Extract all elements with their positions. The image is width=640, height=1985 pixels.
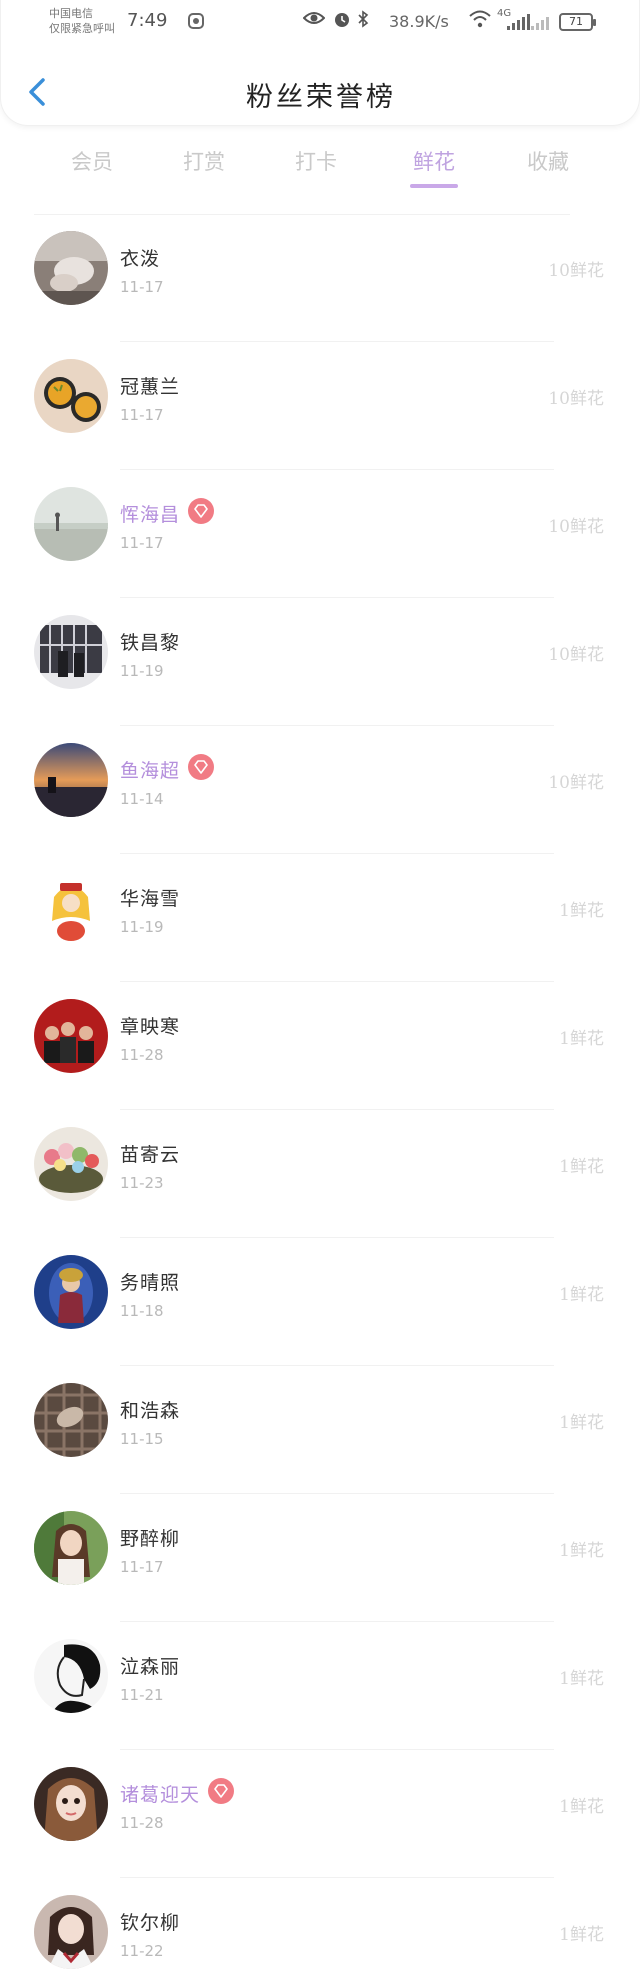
page-title: 粉丝荣誉榜 [246,82,396,113]
fan-name: 泣森丽 [120,1656,181,1678]
flower-count: 1鲜花 [559,1285,604,1305]
fan-date: 11-17 [120,278,164,296]
fan-row[interactable]: 和浩森 11-15 1鲜花 [0,1366,640,1494]
tab-active-indicator [410,184,458,188]
diamond-icon [188,498,214,524]
fan-name: 野醉柳 [120,1528,181,1550]
carrier-line1: 中国电信 [49,7,93,20]
fan-date: 11-18 [120,1302,164,1320]
fan-date: 11-28 [120,1814,164,1832]
status-time: 7:49 [127,10,168,31]
avatar-plaid-icon [34,1383,108,1457]
fan-date: 11-22 [120,1942,164,1960]
tab-reward[interactable]: 打赏 [164,146,244,176]
avatar-group-icon [34,999,108,1073]
fan-date: 11-17 [120,406,164,424]
flower-count: 10鲜花 [548,261,604,281]
flower-count: 1鲜花 [559,1797,604,1817]
fan-date: 11-15 [120,1430,164,1448]
alarm-icon [333,10,351,32]
flower-count: 10鲜花 [548,773,604,793]
fan-row[interactable]: 泣森丽 11-21 1鲜花 [0,1622,640,1750]
fan-row[interactable]: 冠蕙兰 11-17 10鲜花 [0,342,640,470]
battery-icon: 71 [559,13,596,31]
fan-date: 11-19 [120,918,164,936]
header-card: 中国电信 仅限紧急呼叫 7:49 38.9K/s 4G 71 粉丝荣誉榜 [0,0,640,126]
signal-icon [507,14,530,30]
flower-count: 1鲜花 [559,901,604,921]
fan-name: 章映寒 [120,1016,181,1038]
fan-date: 11-23 [120,1174,164,1192]
flower-count: 10鲜花 [548,517,604,537]
fan-name: 鱼海超 [120,760,181,782]
fan-date: 11-17 [120,534,164,552]
diamond-icon [208,1778,234,1804]
flower-count: 1鲜花 [559,1157,604,1177]
flower-count: 1鲜花 [559,1925,604,1945]
fan-row[interactable]: 野醉柳 11-17 1鲜花 [0,1494,640,1622]
flower-count: 10鲜花 [548,389,604,409]
flower-count: 1鲜花 [559,1029,604,1049]
fan-name: 钦尔柳 [120,1912,181,1934]
net-speed: 38.9K/s [389,12,449,31]
avatar-uniform-icon [34,1895,108,1969]
flower-count: 10鲜花 [548,645,604,665]
fan-row[interactable]: 鱼海超 11-14 10鲜花 [0,726,640,854]
avatar-portrait-icon [34,1255,108,1329]
diamond-icon [188,754,214,780]
fan-row[interactable]: 钦尔柳 11-22 1鲜花 [0,1878,640,1985]
fan-name: 冠蕙兰 [120,376,181,398]
tab-bar: 会员 打赏 打卡 鲜花 收藏 [0,146,640,196]
flower-count: 1鲜花 [559,1669,604,1689]
avatar-girl-icon [34,1511,108,1585]
fan-name: 苗寄云 [120,1144,181,1166]
notification-icon [187,12,205,34]
bluetooth-icon [357,10,369,32]
fan-date: 11-21 [120,1686,164,1704]
fan-row[interactable]: 铁昌黎 11-19 10鲜花 [0,598,640,726]
fan-name: 铁昌黎 [120,632,181,654]
fan-row[interactable]: 恽海昌 11-17 10鲜花 [0,470,640,598]
fan-name: 和浩森 [120,1400,181,1422]
fan-list: 衣泼 11-17 10鲜花 冠蕙兰 11-17 10鲜花 恽海昌 11-17 1… [0,214,640,1985]
avatar-flowers-icon [34,1127,108,1201]
fan-row[interactable]: 衣泼 11-17 10鲜花 [0,214,640,342]
fan-name: 衣泼 [120,248,161,270]
fan-row[interactable]: 华海雪 11-19 1鲜花 [0,854,640,982]
carrier-line2: 仅限紧急呼叫 [49,22,115,35]
fan-row[interactable]: 诸葛迎天 11-28 1鲜花 [0,1750,640,1878]
tab-checkin[interactable]: 打卡 [276,146,356,176]
fan-date: 11-19 [120,662,164,680]
eye-icon [302,10,326,30]
avatar-doll-icon [34,1767,108,1841]
fan-row[interactable]: 苗寄云 11-23 1鲜花 [0,1110,640,1238]
tab-flowers[interactable]: 鲜花 [394,146,474,176]
avatar-beach-icon [34,487,108,561]
flower-count: 1鲜花 [559,1541,604,1561]
avatar-sketch-icon [34,1639,108,1713]
avatar-anime-icon [34,871,108,945]
tab-favorites[interactable]: 收藏 [508,146,588,176]
avatar-cookies-icon [34,359,108,433]
signal-empty-icon [531,14,549,30]
status-bar: 中国电信 仅限紧急呼叫 7:49 38.9K/s 4G 71 [1,0,640,44]
carrier-label: 中国电信 仅限紧急呼叫 [49,6,115,36]
fan-row[interactable]: 务晴照 11-18 1鲜花 [0,1238,640,1366]
fan-name: 华海雪 [120,888,181,910]
avatar-sunset-icon [34,743,108,817]
fan-date: 11-17 [120,1558,164,1576]
wifi-icon [469,10,491,32]
fan-date: 11-28 [120,1046,164,1064]
fan-name: 务晴照 [120,1272,181,1294]
fan-row[interactable]: 章映寒 11-28 1鲜花 [0,982,640,1110]
fan-date: 11-14 [120,790,164,808]
flower-count: 1鲜花 [559,1413,604,1433]
avatar-hands-icon [34,231,108,305]
avatar-window-icon [34,615,108,689]
tab-member[interactable]: 会员 [52,146,132,176]
fan-name: 恽海昌 [120,504,181,526]
fan-name: 诸葛迎天 [120,1784,201,1806]
